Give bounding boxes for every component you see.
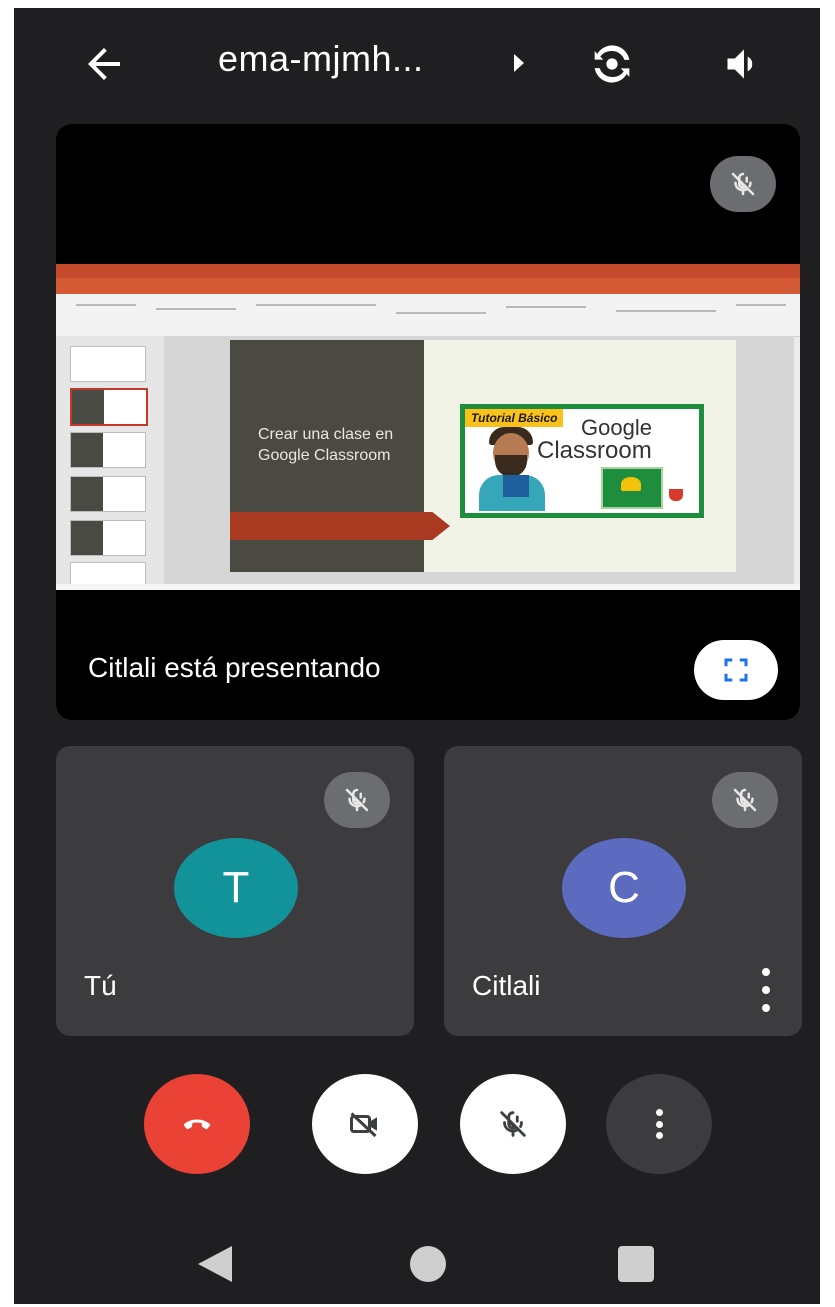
participant-tile-citlali[interactable]: C Citlali — [444, 746, 802, 1036]
slide: Crear una clase en Google Classroom Tuto… — [230, 340, 736, 572]
shared-screen: Crear una clase en Google Classroom Tuto… — [56, 264, 800, 590]
mic-off-icon — [710, 156, 776, 212]
ppt-titlebar — [56, 264, 800, 278]
meet-screen: ema-mjmh... Crear una clase en Google Cl… — [14, 8, 820, 1304]
nav-back-icon[interactable] — [198, 1246, 232, 1282]
ppt-statusbar — [56, 584, 800, 590]
classroom-board-icon — [601, 467, 663, 509]
nav-recents-icon[interactable] — [618, 1246, 654, 1282]
ppt-tabs — [56, 278, 800, 294]
presenter-label: Citlali está presentando — [88, 652, 381, 683]
classroom-logo-box: Tutorial Básico Google Classroom — [460, 404, 704, 518]
meeting-code-title[interactable]: ema-mjmh... — [218, 38, 424, 80]
arrow-left-icon[interactable] — [80, 40, 128, 88]
avatar: T — [174, 838, 298, 938]
fullscreen-icon — [724, 658, 748, 682]
slide-thumbnails — [56, 336, 164, 590]
slide-thumb-active[interactable] — [70, 388, 148, 426]
tutorial-badge: Tutorial Básico — [465, 409, 564, 427]
speaker-icon[interactable] — [720, 42, 768, 86]
slide-title: Crear una clase en Google Classroom — [258, 426, 394, 464]
cup-icon — [669, 489, 683, 501]
phone-frame: ema-mjmh... Crear una clase en Google Cl… — [0, 0, 835, 1307]
presentation-tile[interactable]: Crear una clase en Google Classroom Tuto… — [56, 124, 800, 720]
slide-thumb[interactable] — [70, 432, 146, 468]
mic-off-icon — [712, 772, 778, 828]
more-options-button[interactable] — [606, 1074, 712, 1174]
more-vert-icon[interactable] — [756, 968, 776, 1012]
more-vert-icon — [655, 1109, 663, 1139]
switch-camera-icon[interactable] — [586, 38, 638, 90]
participant-name: Citlali — [472, 970, 541, 1001]
participant-name: Tú — [84, 970, 117, 1001]
slide-arrow — [230, 512, 450, 540]
fullscreen-button[interactable] — [694, 640, 778, 700]
mic-off-icon — [500, 1111, 526, 1137]
avatar: C — [562, 838, 686, 938]
slide-canvas: Crear una clase en Google Classroom Tuto… — [164, 336, 794, 584]
nav-home-icon[interactable] — [410, 1246, 446, 1282]
caret-right-icon[interactable] — [514, 54, 524, 72]
participant-tile-you[interactable]: T Tú — [56, 746, 414, 1036]
logo-line-2: Classroom — [537, 437, 652, 464]
slide-thumb[interactable] — [70, 520, 146, 556]
top-bar: ema-mjmh... — [14, 8, 820, 118]
ppt-ribbon — [56, 294, 800, 337]
hangup-button[interactable] — [144, 1074, 250, 1174]
slide-thumb[interactable] — [70, 346, 146, 382]
phone-hangup-icon — [183, 1119, 211, 1130]
camera-toggle-button[interactable] — [312, 1074, 418, 1174]
camera-off-icon — [350, 1112, 377, 1138]
mic-off-icon — [324, 772, 390, 828]
slide-thumb[interactable] — [70, 476, 146, 512]
android-nav-bar — [14, 1224, 820, 1304]
mic-toggle-button[interactable] — [460, 1074, 566, 1174]
